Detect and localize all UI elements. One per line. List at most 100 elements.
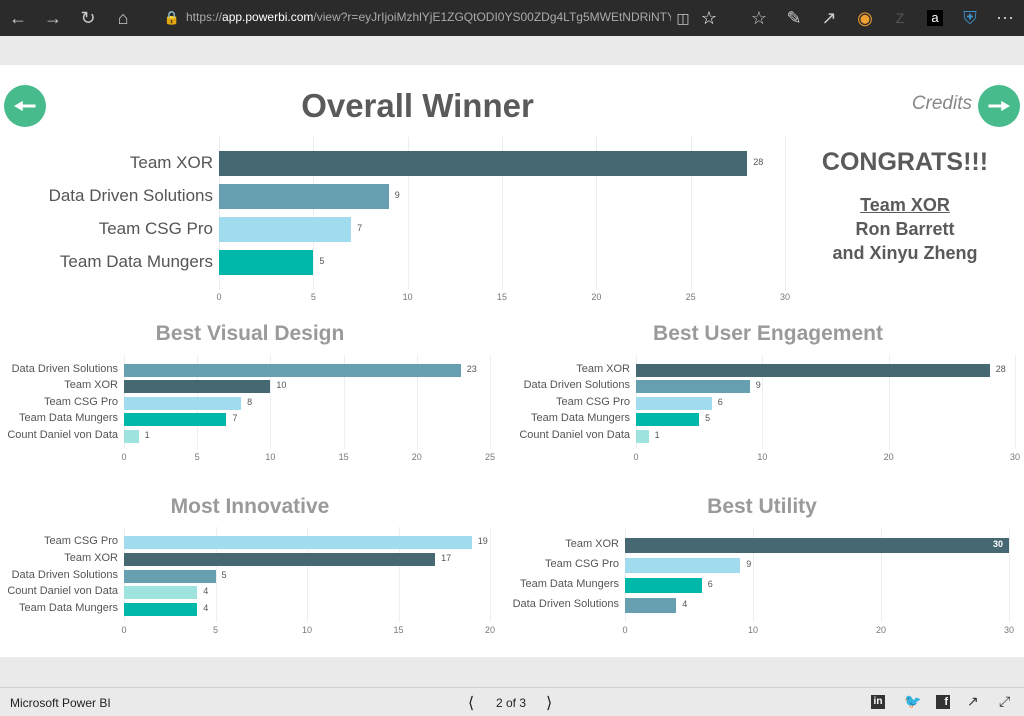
bar[interactable] bbox=[124, 412, 227, 426]
congrats-card: CONGRATS!!! Team XOR Ron Barrett and Xin… bbox=[800, 148, 1010, 264]
data-label: 5 bbox=[319, 256, 325, 266]
back-icon[interactable]: ← bbox=[6, 6, 30, 30]
x-tick-label: 5 bbox=[310, 292, 316, 302]
x-tick-label: 10 bbox=[402, 292, 413, 302]
reading-view-icon[interactable]: ◫ bbox=[671, 6, 695, 30]
x-tick-label: 20 bbox=[883, 452, 894, 462]
category-label: Team Data Mungers bbox=[530, 412, 630, 425]
lock-icon: 🔒 bbox=[163, 10, 181, 25]
category-label: Team XOR bbox=[64, 552, 118, 565]
category-label: Team Data Mungers bbox=[18, 602, 118, 615]
bar[interactable] bbox=[636, 363, 990, 377]
chart-title: Most Innovative bbox=[170, 495, 330, 518]
x-tick-label: 5 bbox=[194, 452, 200, 462]
bar[interactable] bbox=[219, 150, 748, 176]
report-canvas: 🠔 Overall Winner Credits 🠖 CONGRATS!!! T… bbox=[0, 65, 1024, 657]
x-tick-label: 0 bbox=[633, 452, 639, 462]
share-icon[interactable]: ↗ bbox=[817, 6, 841, 30]
address-bar[interactable]: https://app.powerbi.com/view?r=eyJrIjoiM… bbox=[186, 10, 671, 24]
credits-arrow-button[interactable]: 🠖 bbox=[978, 85, 1020, 127]
bar[interactable] bbox=[124, 569, 216, 583]
x-tick-label: 10 bbox=[265, 452, 276, 462]
bar[interactable] bbox=[124, 535, 472, 549]
back-arrow-button[interactable]: 🠔 bbox=[4, 85, 46, 127]
x-tick-label: 0 bbox=[121, 452, 127, 462]
data-label: 30 bbox=[993, 539, 1004, 549]
bar[interactable] bbox=[124, 363, 461, 377]
amazon-icon[interactable]: a bbox=[927, 10, 943, 26]
data-label: 8 bbox=[247, 397, 253, 407]
x-tick-label: 5 bbox=[212, 625, 219, 635]
forward-icon[interactable]: → bbox=[41, 6, 65, 30]
twitter-icon[interactable]: 🐦 bbox=[904, 693, 921, 710]
bar[interactable] bbox=[219, 183, 389, 209]
bar[interactable] bbox=[124, 552, 436, 566]
data-label: 19 bbox=[477, 536, 488, 546]
pen-icon[interactable]: ✎ bbox=[782, 6, 806, 30]
x-tick-label: 10 bbox=[757, 452, 768, 462]
bar[interactable] bbox=[625, 537, 1009, 553]
data-label: 4 bbox=[203, 603, 209, 613]
favorites-list-icon[interactable]: ☆ bbox=[747, 6, 771, 30]
bar[interactable] bbox=[636, 429, 649, 443]
credits-link[interactable]: Credits bbox=[880, 93, 972, 115]
data-label: 5 bbox=[705, 413, 711, 423]
bar[interactable] bbox=[219, 216, 352, 242]
category-label: Team XOR bbox=[64, 379, 118, 392]
bar[interactable] bbox=[625, 597, 677, 613]
x-tick-label: 15 bbox=[338, 452, 349, 462]
share-icon[interactable]: ↗ bbox=[967, 693, 979, 710]
bar[interactable] bbox=[625, 577, 702, 593]
congrats-headline: CONGRATS!!! bbox=[821, 148, 989, 176]
home-icon[interactable]: ⌂ bbox=[111, 6, 135, 30]
x-tick-label: 0 bbox=[216, 292, 222, 302]
data-label: 9 bbox=[755, 380, 761, 390]
x-tick-label: 30 bbox=[779, 292, 791, 302]
bar[interactable] bbox=[636, 396, 712, 410]
category-label: Team Data Mungers bbox=[59, 251, 213, 271]
facebook-icon[interactable]: f bbox=[936, 695, 950, 709]
category-label: Team Data Mungers bbox=[519, 578, 619, 591]
refresh-icon[interactable]: ↻ bbox=[76, 6, 100, 30]
extension-color-icon[interactable]: ◉ bbox=[853, 6, 877, 30]
category-label: Count Daniel von Data bbox=[7, 429, 118, 442]
more-icon[interactable]: ⋯ bbox=[993, 6, 1017, 30]
data-label: 1 bbox=[654, 430, 660, 440]
prev-page-button[interactable]: ⟨ bbox=[468, 693, 474, 713]
data-label: 23 bbox=[466, 364, 477, 374]
data-label: 28 bbox=[995, 364, 1006, 374]
x-tick-label: 15 bbox=[496, 292, 508, 302]
winner-team: Team XOR bbox=[860, 195, 950, 215]
x-tick-label: 20 bbox=[411, 452, 422, 462]
bar[interactable] bbox=[124, 602, 198, 616]
category-label: Team CSG Pro bbox=[98, 218, 213, 238]
bar[interactable] bbox=[124, 585, 198, 599]
bar[interactable] bbox=[636, 379, 750, 393]
category-label: Team XOR bbox=[565, 538, 619, 551]
bar[interactable] bbox=[124, 429, 139, 443]
next-page-button[interactable]: ⟩ bbox=[546, 693, 552, 713]
data-label: 4 bbox=[203, 586, 209, 596]
linkedin-icon[interactable]: in bbox=[871, 695, 885, 709]
bar[interactable] bbox=[636, 412, 700, 426]
bar[interactable] bbox=[219, 249, 314, 275]
shield-icon[interactable]: ⛨ bbox=[958, 6, 982, 30]
gridline bbox=[490, 527, 491, 622]
chart-title: Best Utility bbox=[707, 495, 817, 518]
category-label: Team CSG Pro bbox=[545, 558, 619, 571]
bar[interactable] bbox=[124, 396, 242, 410]
bar[interactable] bbox=[124, 379, 271, 393]
data-label: 4 bbox=[682, 599, 688, 609]
category-label: Count Daniel von Data bbox=[519, 429, 630, 442]
extension-z-icon[interactable]: Z bbox=[888, 6, 912, 30]
x-tick-label: 10 bbox=[301, 625, 313, 635]
data-label: 7 bbox=[357, 223, 363, 233]
fullscreen-icon[interactable]: ⤢ bbox=[999, 693, 1010, 710]
favorite-star-icon[interactable]: ☆ bbox=[697, 6, 721, 30]
page-title: Overall Winner bbox=[301, 87, 534, 124]
x-tick-label: 10 bbox=[747, 625, 759, 635]
bar[interactable] bbox=[625, 557, 741, 573]
chart-title: Best Visual Design bbox=[155, 322, 345, 345]
data-label: 6 bbox=[717, 397, 723, 407]
url-prefix: https:// bbox=[186, 10, 223, 24]
